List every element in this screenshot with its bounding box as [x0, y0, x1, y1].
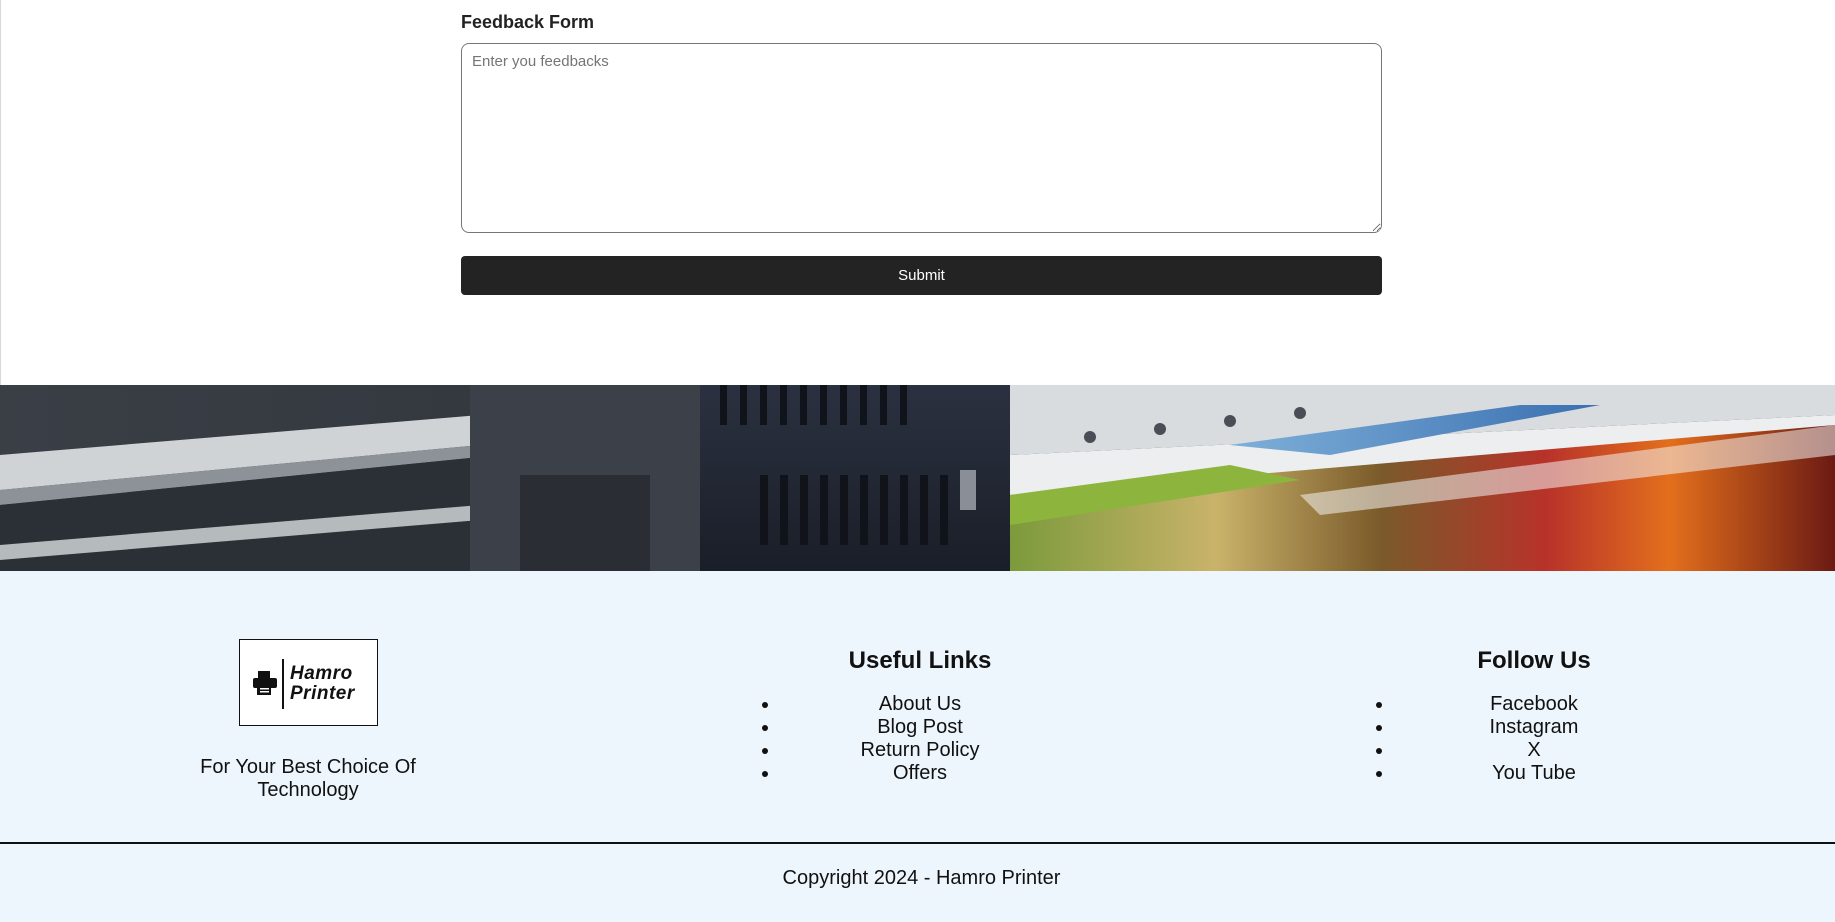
bullet	[1376, 702, 1382, 708]
printer-banner-image	[0, 385, 1835, 571]
bullet	[1376, 748, 1382, 754]
link-label: Return Policy	[860, 739, 980, 761]
useful-links-list: About Us Blog Post Return Policy Offers	[720, 693, 1120, 785]
copyright-text: Copyright 2024 - Hamro Printer	[782, 867, 1061, 889]
follow-us-list: Facebook Instagram X You Tube	[1334, 693, 1734, 785]
link-label: Instagram	[1489, 716, 1579, 738]
logo-line-2: Printer	[290, 683, 355, 704]
footer-divider	[0, 842, 1835, 844]
link-blog-post[interactable]: Blog Post	[720, 716, 1120, 739]
follow-us-heading: Follow Us	[1477, 647, 1591, 674]
link-label: Blog Post	[877, 716, 963, 738]
useful-links-heading: Useful Links	[848, 647, 992, 674]
link-label: You Tube	[1492, 762, 1576, 784]
link-return-policy[interactable]: Return Policy	[720, 739, 1120, 762]
link-x[interactable]: X	[1334, 739, 1734, 762]
logo-text: Hamro Printer	[290, 664, 355, 704]
link-offers[interactable]: Offers	[720, 762, 1120, 785]
bullet	[762, 702, 768, 708]
link-label: Facebook	[1490, 693, 1578, 715]
footer-tagline: For Your Best Choice Of Technology	[200, 756, 416, 801]
submit-button[interactable]: Submit	[461, 256, 1382, 295]
feedback-form-title: Feedback Form	[461, 12, 595, 32]
bullet	[762, 771, 768, 777]
bullet	[762, 725, 768, 731]
bullet	[762, 748, 768, 754]
logo-divider	[282, 659, 284, 709]
bullet	[1376, 771, 1382, 777]
link-label: Offers	[892, 762, 948, 784]
printer-icon	[253, 671, 277, 695]
link-label: About Us	[878, 693, 962, 715]
hamro-printer-logo[interactable]: Hamro Printer	[239, 639, 378, 726]
link-instagram[interactable]: Instagram	[1334, 716, 1734, 739]
logo-line-1: Hamro	[290, 663, 353, 684]
link-youtube[interactable]: You Tube	[1334, 762, 1734, 785]
link-about-us[interactable]: About Us	[720, 693, 1120, 716]
feedback-textarea[interactable]	[461, 43, 1382, 233]
link-label: X	[1527, 739, 1541, 761]
link-facebook[interactable]: Facebook	[1334, 693, 1734, 716]
bullet	[1376, 725, 1382, 731]
site-footer: Hamro Printer For Your Best Choice Of Te…	[0, 571, 1835, 922]
